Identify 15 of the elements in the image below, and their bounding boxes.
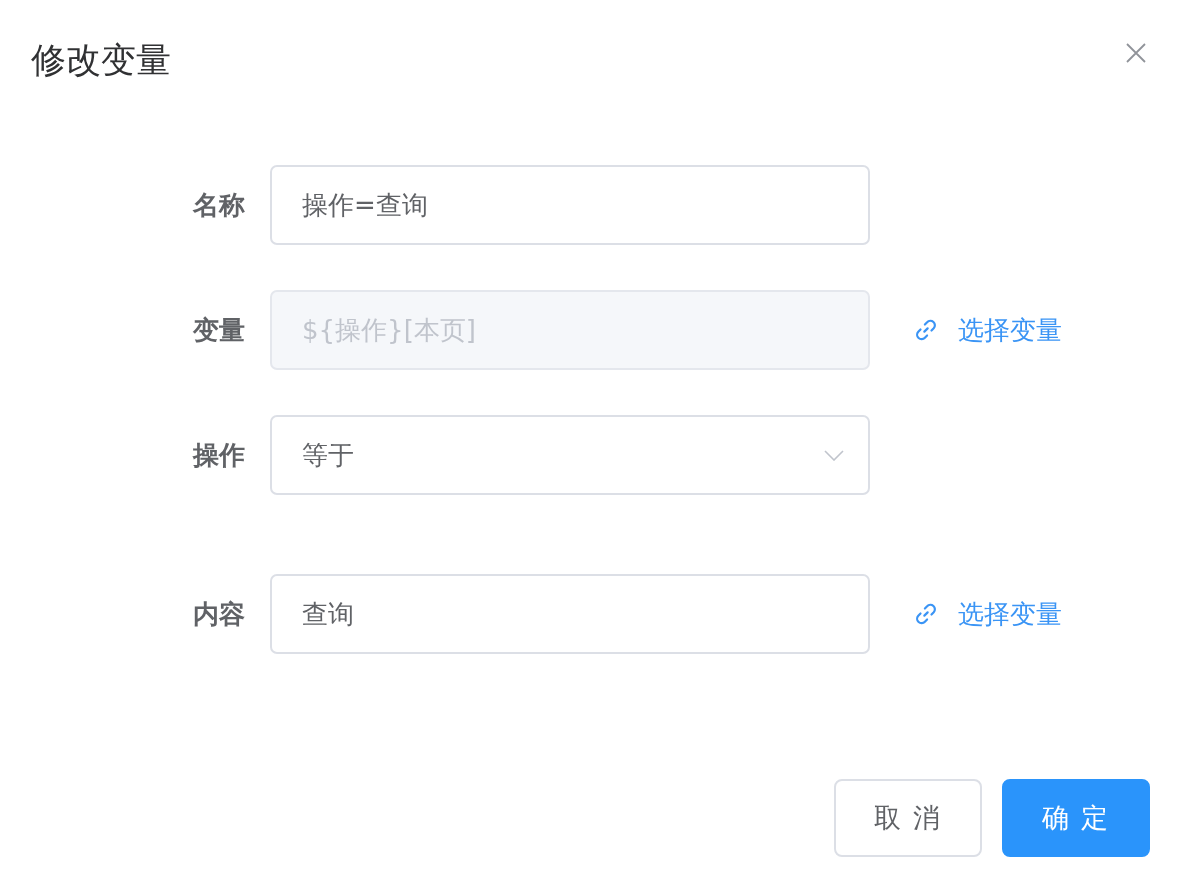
cancel-button[interactable]: 取 消 xyxy=(834,779,982,857)
confirm-button[interactable]: 确 定 xyxy=(1002,779,1150,857)
select-field[interactable]: 等于 xyxy=(270,415,870,495)
input-field[interactable]: 查询 xyxy=(270,574,870,654)
field-label: 名称 xyxy=(191,188,245,222)
link-icon xyxy=(915,319,937,341)
select-variable-link[interactable]: 选择变量 xyxy=(915,596,1062,632)
link-icon xyxy=(915,603,937,625)
chevron-down-icon xyxy=(824,449,844,461)
input-field[interactable]: 操作=查询 xyxy=(270,165,870,245)
dialog-title: 修改变量 xyxy=(31,40,171,80)
close-icon[interactable] xyxy=(1126,43,1146,63)
field-label: 变量 xyxy=(192,313,245,347)
field-label: 内容 xyxy=(192,597,245,631)
field-label: 操作 xyxy=(191,438,245,472)
